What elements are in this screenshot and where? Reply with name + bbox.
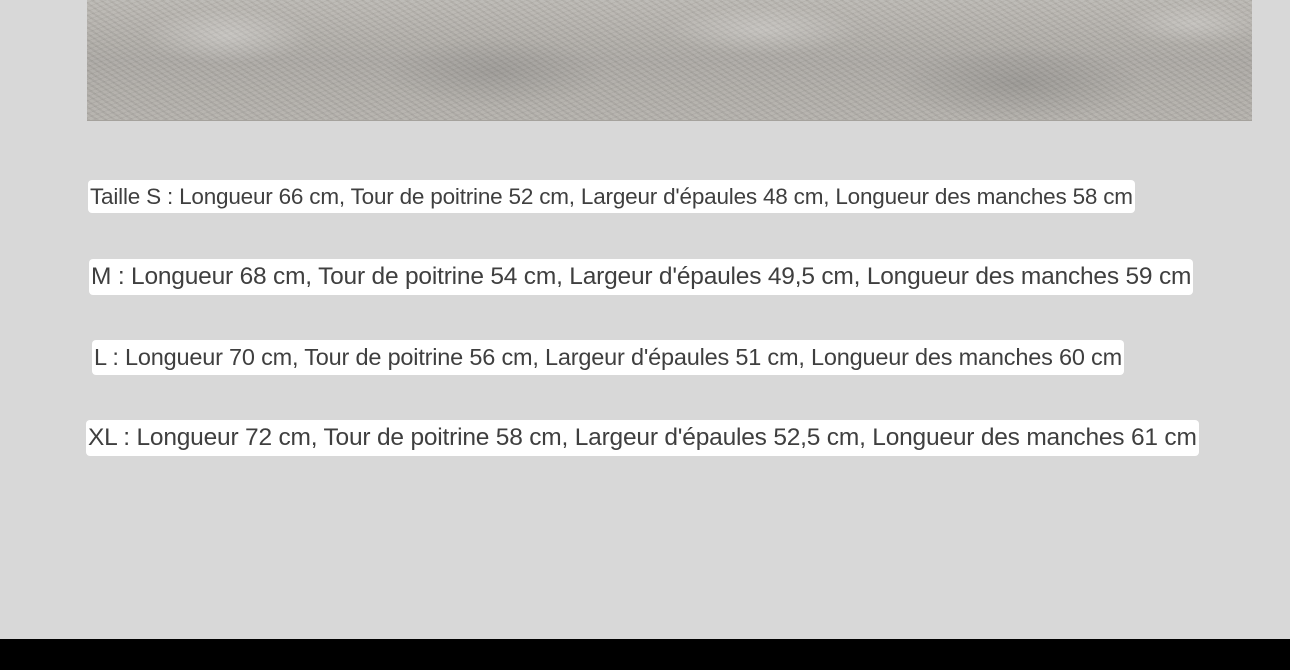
size-s-measurements: Taille S : Longueur 66 cm, Tour de poitr… bbox=[88, 180, 1135, 213]
size-chart-page: Taille S : Longueur 66 cm, Tour de poitr… bbox=[0, 0, 1290, 670]
size-m-measurements: M : Longueur 68 cm, Tour de poitrine 54 … bbox=[89, 259, 1194, 295]
size-xl-measurements: XL : Longueur 72 cm, Tour de poitrine 58… bbox=[86, 420, 1199, 456]
size-l-measurements: L : Longueur 70 cm, Tour de poitrine 56 … bbox=[92, 340, 1124, 375]
fabric-texture-image bbox=[87, 0, 1252, 121]
bottom-black-bar bbox=[0, 639, 1290, 670]
